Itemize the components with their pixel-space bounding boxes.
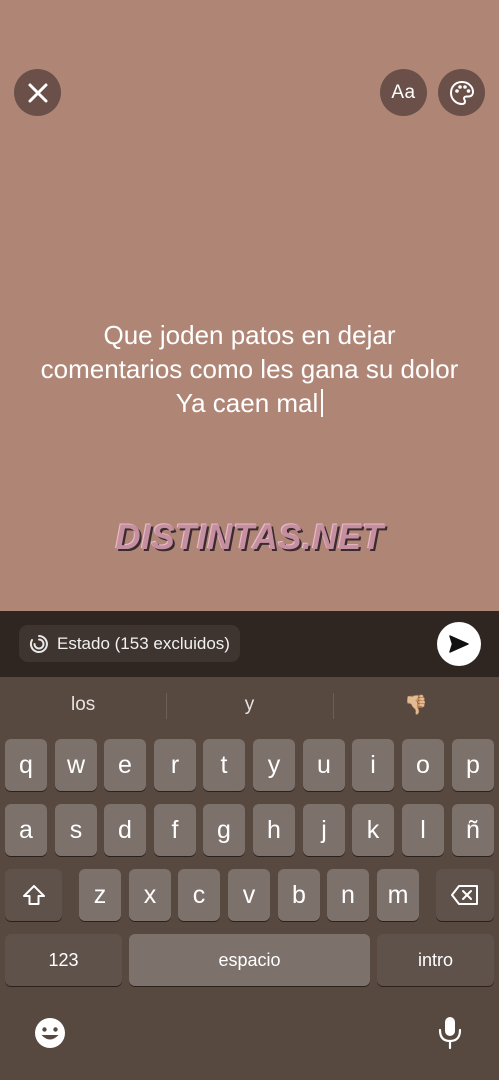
close-button[interactable] bbox=[14, 69, 61, 116]
key-k[interactable]: k bbox=[352, 804, 394, 856]
delete-key[interactable] bbox=[436, 869, 494, 921]
key-b[interactable]: b bbox=[278, 869, 320, 921]
font-button[interactable]: Aa bbox=[380, 69, 427, 116]
key-u[interactable]: u bbox=[303, 739, 345, 791]
palette-icon bbox=[448, 79, 476, 107]
status-text-input[interactable]: Que joden patos en dejar comentarios com… bbox=[0, 318, 499, 420]
key-l[interactable]: l bbox=[402, 804, 444, 856]
suggestion-emoji[interactable]: 👎🏼 bbox=[332, 677, 499, 733]
audience-selector[interactable]: Estado (153 excluidos) bbox=[19, 625, 240, 662]
send-button[interactable] bbox=[437, 622, 481, 666]
key-o[interactable]: o bbox=[402, 739, 444, 791]
space-key[interactable]: espacio bbox=[129, 934, 370, 986]
key-m[interactable]: m bbox=[377, 869, 419, 921]
emoji-button[interactable] bbox=[30, 1013, 70, 1053]
dictation-button[interactable] bbox=[430, 1013, 470, 1053]
suggestion-bar: los y 👎🏼 bbox=[0, 677, 499, 733]
key-c[interactable]: c bbox=[178, 869, 220, 921]
compose-bar: Estado (153 excluidos) bbox=[0, 611, 499, 677]
return-key[interactable]: intro bbox=[377, 934, 494, 986]
color-palette-button[interactable] bbox=[438, 69, 485, 116]
key-x[interactable]: x bbox=[129, 869, 171, 921]
backspace-icon bbox=[450, 884, 480, 906]
key-r[interactable]: r bbox=[154, 739, 196, 791]
key-h[interactable]: h bbox=[253, 804, 295, 856]
key-d[interactable]: d bbox=[104, 804, 146, 856]
font-button-label: Aa bbox=[391, 81, 416, 103]
key-n[interactable]: n bbox=[327, 869, 369, 921]
key-i[interactable]: i bbox=[352, 739, 394, 791]
close-icon bbox=[27, 82, 49, 104]
key-y[interactable]: y bbox=[253, 739, 295, 791]
status-text-line-3: Ya caen mal bbox=[175, 388, 319, 418]
shift-icon bbox=[21, 883, 47, 907]
key-v[interactable]: v bbox=[228, 869, 270, 921]
key-p[interactable]: p bbox=[452, 739, 494, 791]
key-s[interactable]: s bbox=[55, 804, 97, 856]
status-ring-icon bbox=[29, 634, 49, 654]
numbers-key[interactable]: 123 bbox=[5, 934, 122, 986]
key-e[interactable]: e bbox=[104, 739, 146, 791]
watermark: DISTINTAS.NET bbox=[115, 518, 384, 557]
status-text-line-1: Que joden patos en dejar bbox=[103, 320, 396, 350]
microphone-icon bbox=[437, 1015, 463, 1051]
key-f[interactable]: f bbox=[154, 804, 196, 856]
text-cursor bbox=[321, 389, 324, 417]
key-z[interactable]: z bbox=[79, 869, 121, 921]
audience-label: Estado (153 excluidos) bbox=[57, 633, 230, 653]
emoji-icon bbox=[33, 1016, 67, 1050]
key-t[interactable]: t bbox=[203, 739, 245, 791]
key-q[interactable]: q bbox=[5, 739, 47, 791]
status-text-line-2: comentarios como les gana su dolor bbox=[40, 354, 459, 384]
send-icon bbox=[448, 633, 470, 655]
status-canvas[interactable]: Aa Que joden patos en dejar comentarios … bbox=[0, 0, 499, 611]
key-g[interactable]: g bbox=[203, 804, 245, 856]
suggestion-item[interactable]: los bbox=[0, 677, 166, 733]
suggestion-item[interactable]: y bbox=[166, 677, 332, 733]
key-j[interactable]: j bbox=[303, 804, 345, 856]
key-n-tilde[interactable]: ñ bbox=[452, 804, 494, 856]
shift-key[interactable] bbox=[5, 869, 62, 921]
key-a[interactable]: a bbox=[5, 804, 47, 856]
keyboard: los y 👎🏼 q w e r t y u i o p a s d f g h… bbox=[0, 677, 499, 1080]
key-w[interactable]: w bbox=[55, 739, 97, 791]
